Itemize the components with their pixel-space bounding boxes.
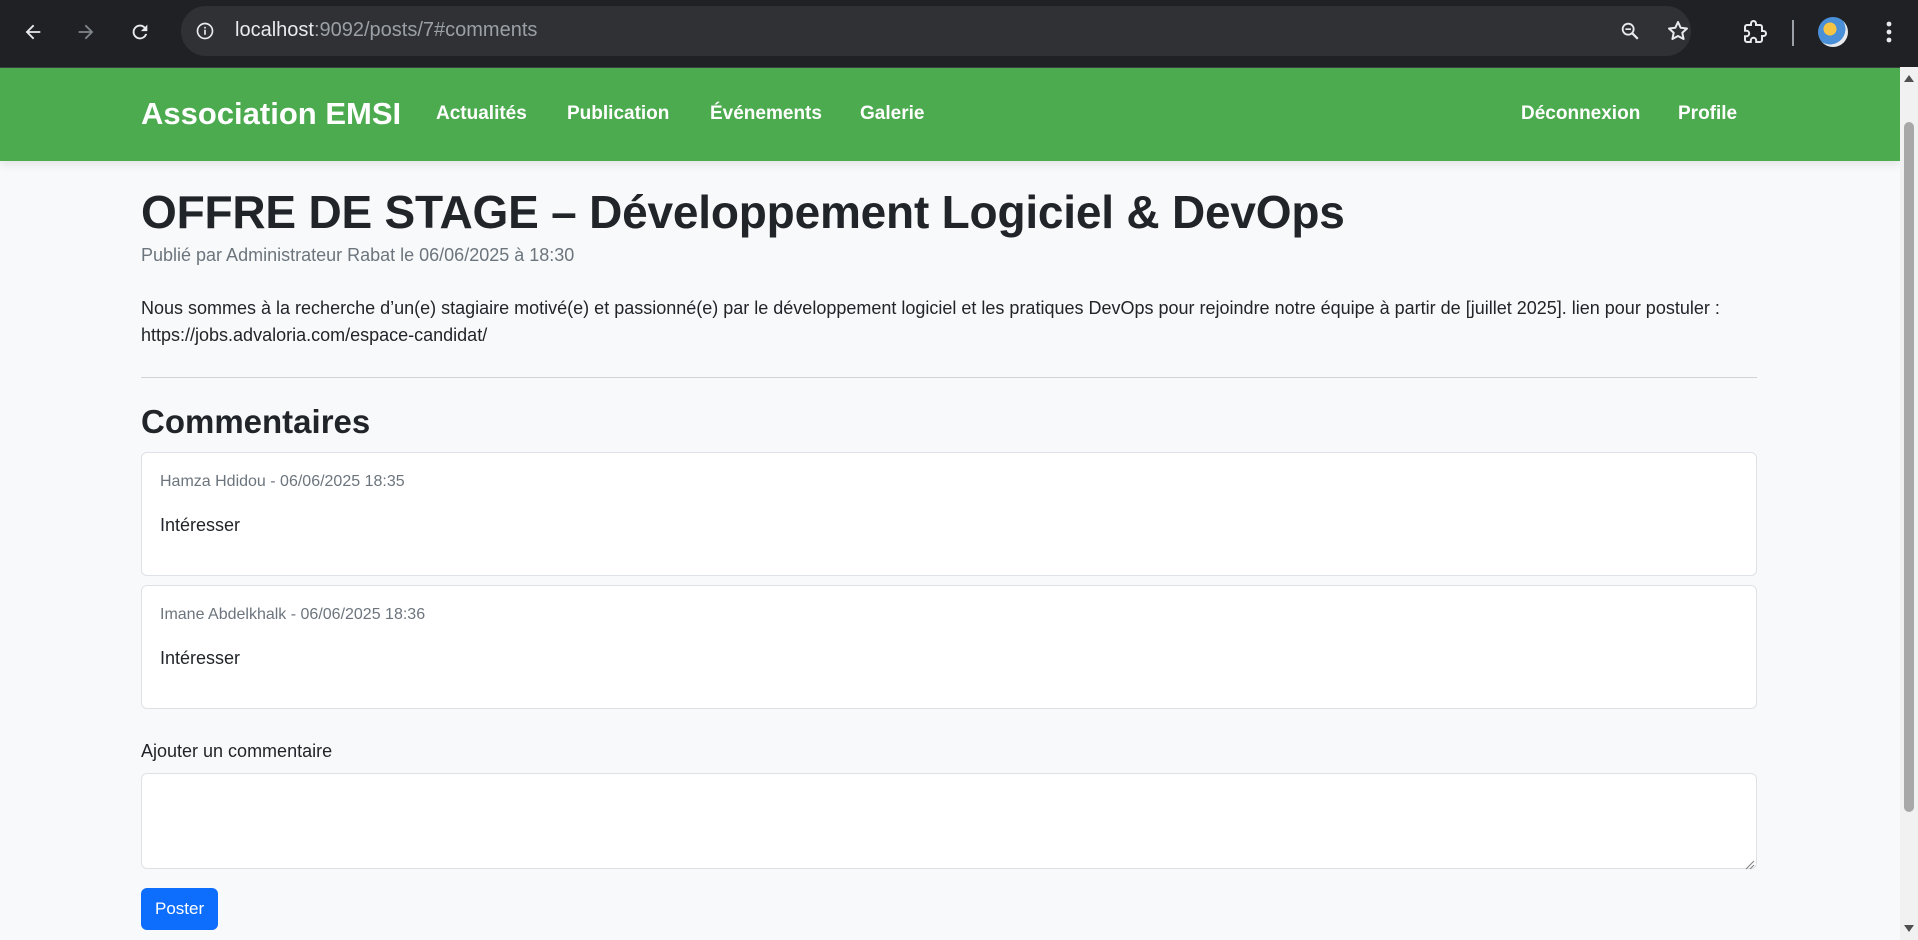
scrollbar-thumb[interactable]: [1904, 122, 1914, 812]
page-scrollbar[interactable]: [1900, 67, 1918, 940]
nav-link-deconnexion[interactable]: Déconnexion: [1521, 103, 1640, 125]
comment-textarea[interactable]: [141, 773, 1757, 869]
forward-arrow-icon[interactable]: [68, 14, 104, 50]
menu-dots-icon[interactable]: [1871, 14, 1907, 50]
url-text[interactable]: localhost:9092/posts/7#comments: [235, 19, 537, 42]
address-bar[interactable]: localhost:9092/posts/7#comments: [181, 6, 1691, 56]
comments-heading: Commentaires: [141, 403, 371, 440]
post-body-link: https://jobs.advaloria.com/espace-candid…: [141, 325, 488, 345]
comment-text: Intéresser: [160, 515, 241, 535]
profile-avatar[interactable]: [1818, 17, 1848, 47]
brand-link[interactable]: Association EMSI: [141, 96, 401, 132]
nav-link-publication[interactable]: Publication: [567, 103, 669, 125]
resize-grip-icon[interactable]: [1743, 857, 1755, 870]
post-meta: Publié par Administrateur Rabat le 06/06…: [141, 245, 575, 265]
post-body-line: Nous sommes à la recherche d’un(e) stagi…: [141, 298, 1720, 318]
nav-link-evenements[interactable]: Événements: [710, 103, 822, 125]
nav-link-galerie[interactable]: Galerie: [860, 103, 924, 125]
poster-button[interactable]: Poster: [141, 888, 219, 930]
divider: [141, 377, 1757, 378]
nav-link-profile[interactable]: Profile: [1678, 103, 1737, 125]
scroll-down-arrow-icon[interactable]: [1904, 925, 1914, 932]
comment-card: Hamza Hdidou - 06/06/2025 18:35 Intéress…: [141, 452, 1757, 576]
info-icon[interactable]: [193, 19, 217, 43]
browser-toolbar: localhost:9092/posts/7#comments: [0, 0, 1918, 68]
post-body: Nous sommes à la recherche d’un(e) stagi…: [141, 295, 1757, 349]
comment-text: Intéresser: [160, 648, 241, 668]
reload-icon[interactable]: [122, 14, 158, 50]
nav-link-actualites[interactable]: Actualités: [436, 103, 527, 125]
scroll-up-arrow-icon[interactable]: [1904, 75, 1914, 82]
add-comment-label: Ajouter un commentaire: [141, 741, 333, 761]
toolbar-divider: [1792, 20, 1794, 46]
back-arrow-icon[interactable]: [15, 14, 51, 50]
extensions-icon[interactable]: [1737, 14, 1773, 50]
site-navbar: Association EMSI Actualités Publication …: [0, 68, 1900, 161]
comment-meta: Hamza Hdidou - 06/06/2025 18:35: [160, 473, 405, 490]
post-title: OFFRE DE STAGE – Développement Logiciel …: [141, 186, 1345, 238]
comment-meta: Imane Abdelkhalk - 06/06/2025 18:36: [160, 606, 426, 623]
zoom-icon[interactable]: [1617, 18, 1643, 44]
comment-card: Imane Abdelkhalk - 06/06/2025 18:36 Inté…: [141, 585, 1757, 709]
star-icon[interactable]: [1665, 18, 1691, 44]
